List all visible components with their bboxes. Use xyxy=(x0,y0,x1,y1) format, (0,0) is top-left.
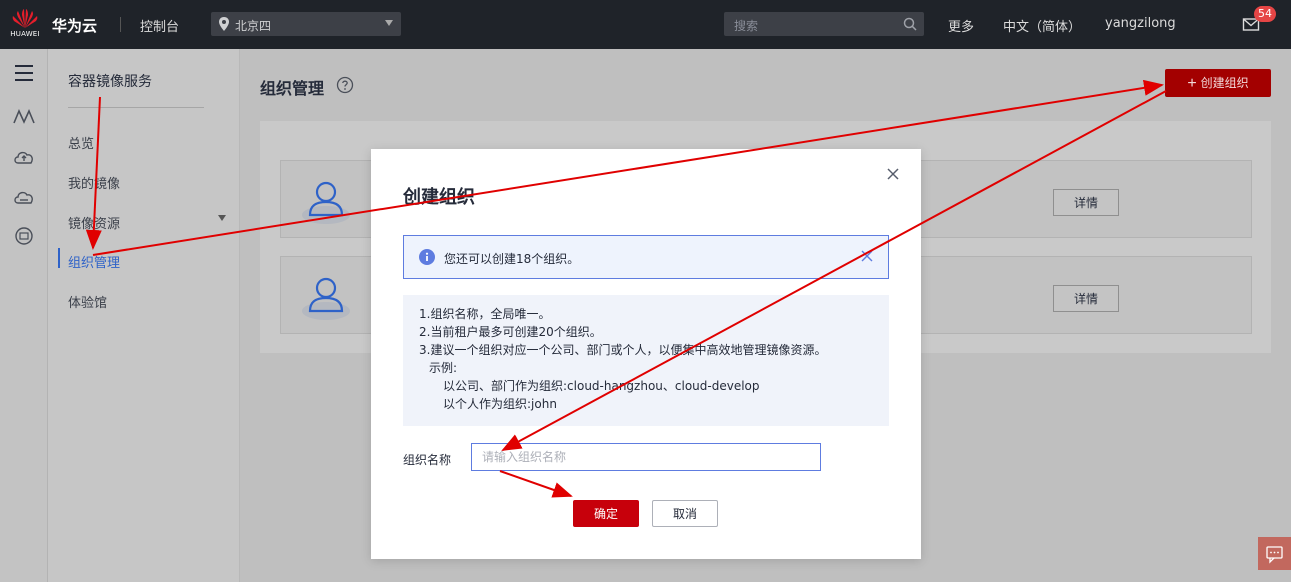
close-icon[interactable] xyxy=(886,167,900,181)
active-indicator xyxy=(58,248,60,268)
info-text: 您还可以创建18个组织。 xyxy=(444,252,580,266)
region-label: 北京四 xyxy=(235,19,272,33)
console-link[interactable]: 控制台 xyxy=(140,16,179,35)
cancel-button[interactable]: 取消 xyxy=(652,500,718,527)
chevron-down-icon[interactable] xyxy=(218,215,226,221)
service-rail xyxy=(0,49,48,582)
brand-name[interactable]: 华为云 xyxy=(52,15,97,36)
page-title: 组织管理 xyxy=(260,79,325,98)
confirm-button[interactable]: 确定 xyxy=(573,500,639,527)
create-org-button[interactable]: + 创建组织 xyxy=(1165,69,1271,97)
info-alert: 您还可以创建18个组织。 xyxy=(403,235,889,279)
cloud-icon[interactable] xyxy=(12,186,36,208)
tip-line: 示例: xyxy=(429,361,458,375)
help-icon[interactable] xyxy=(336,76,354,94)
top-bar: HUAWEI 华为云 控制台 北京四 搜索 更多 中文（简体） yangzilo… xyxy=(0,0,1291,49)
cloud-upload-icon[interactable] xyxy=(12,146,36,168)
search-placeholder: 搜索 xyxy=(734,19,759,33)
sidebar-item-org-management[interactable]: 组织管理 xyxy=(68,252,120,271)
feedback-button[interactable] xyxy=(1258,537,1291,570)
org-name-label: 组织名称 xyxy=(403,453,452,467)
service-title: 容器镜像服务 xyxy=(68,74,152,90)
detail-button[interactable]: 详情 xyxy=(1053,285,1119,312)
sidebar-divider xyxy=(68,107,204,108)
close-alert-icon[interactable] xyxy=(861,250,873,262)
tip-line: 1.组织名称，全局唯一。 xyxy=(419,307,551,321)
language-menu[interactable]: 中文（简体） xyxy=(1003,16,1081,35)
location-pin-icon xyxy=(219,17,229,31)
service-m-icon[interactable] xyxy=(12,106,36,128)
user-avatar-icon xyxy=(302,181,350,224)
detail-button[interactable]: 详情 xyxy=(1053,189,1119,216)
huawei-logo-icon xyxy=(12,9,38,28)
huawei-logo[interactable]: HUAWEI xyxy=(10,7,40,43)
tip-line: 2.当前租户最多可创建20个组织。 xyxy=(419,325,602,339)
header-divider xyxy=(120,17,121,32)
tip-line: 以公司、部门作为组织:cloud-hangzhou、cloud-develop xyxy=(443,379,760,393)
more-menu[interactable]: 更多 xyxy=(948,16,974,35)
menu-icon[interactable] xyxy=(12,62,36,84)
info-icon xyxy=(419,249,435,265)
chevron-down-icon xyxy=(385,20,393,26)
region-select[interactable]: 北京四 xyxy=(211,12,401,36)
tip-line: 3.建议一个组织对应一个公司、部门或个人，以便集中高效地管理镜像资源。 xyxy=(419,343,827,357)
logo-text: HUAWEI xyxy=(10,30,40,38)
create-org-dialog: 创建组织 您还可以创建18个组织。 1.组织名称，全局唯一。 2.当前租户最多可… xyxy=(371,149,921,559)
search-box[interactable]: 搜索 xyxy=(724,12,924,36)
search-icon[interactable] xyxy=(903,17,917,31)
dialog-title: 创建组织 xyxy=(403,187,475,208)
naming-tips: 1.组织名称，全局唯一。 2.当前租户最多可创建20个组织。 3.建议一个组织对… xyxy=(403,295,889,426)
sidebar-item-experience-hall[interactable]: 体验馆 xyxy=(68,292,107,311)
mail-count-badge: 54 xyxy=(1254,6,1276,22)
plus-icon: + xyxy=(1187,74,1197,92)
user-menu[interactable]: yangzilong xyxy=(1105,16,1176,31)
secondary-sidebar: 容器镜像服务 总览 我的镜像 镜像资源 组织管理 体验馆 xyxy=(48,49,240,582)
sidebar-item-my-images[interactable]: 我的镜像 xyxy=(68,173,120,192)
tip-line: 以个人作为组织:john xyxy=(443,397,557,411)
org-name-input[interactable] xyxy=(471,443,821,471)
user-avatar-icon xyxy=(302,277,350,320)
cloud-db-icon[interactable] xyxy=(12,225,36,247)
sidebar-item-overview[interactable]: 总览 xyxy=(68,133,94,152)
create-org-label: 创建组织 xyxy=(1200,75,1249,90)
sidebar-item-image-resources[interactable]: 镜像资源 xyxy=(68,213,120,232)
chat-icon xyxy=(1266,546,1283,564)
